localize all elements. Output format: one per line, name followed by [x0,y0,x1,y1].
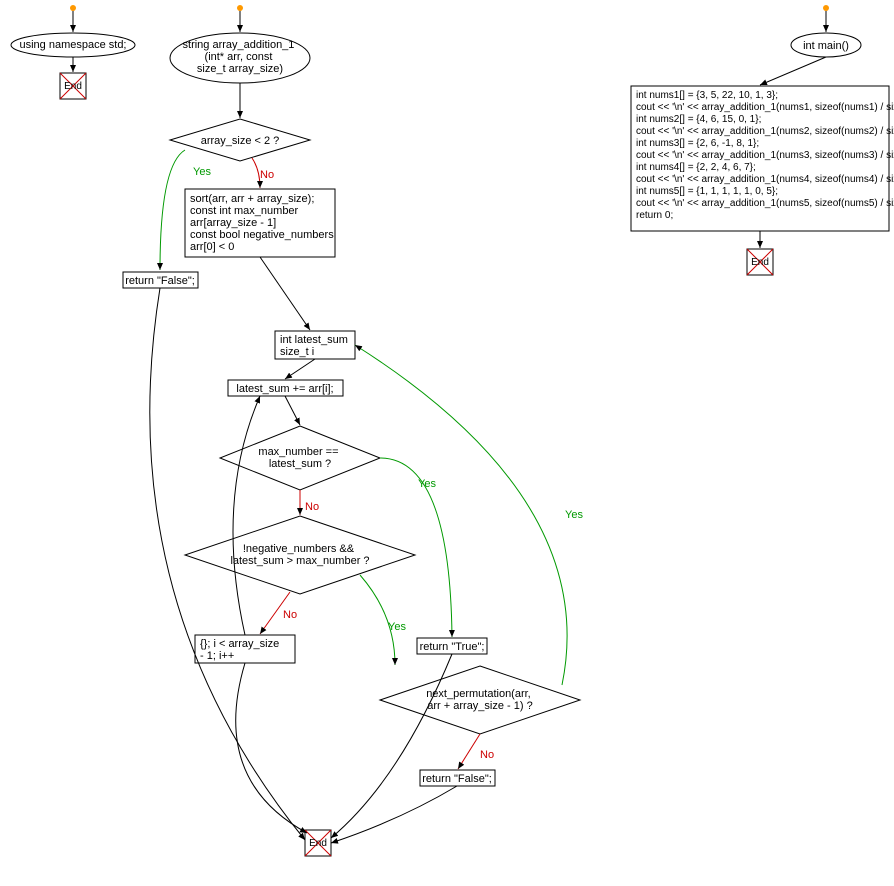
no-label-1: No [260,169,274,181]
decision-max-equals-label: max_number == latest_sum ? [258,446,341,470]
no-label-2: No [305,501,319,513]
flowchart-diagram: using namespace std; End string array_ad… [0,0,894,886]
end-node-main: End [747,249,773,275]
decision-next-perm-label: next_permutation(arr, arr + array_size -… [426,688,534,712]
decision-array-size-label: array_size < 2 ? [201,135,280,147]
return-true-label: return "True"; [420,641,485,653]
main-start-label: int main() [803,40,849,52]
end-node-namespace: End [60,73,86,99]
no-label-4: No [480,749,494,761]
main-code-text: int nums1[] = {3, 5, 22, 10, 1, 3}; cout… [636,90,894,221]
no-label-3: No [283,609,297,621]
process-sum-add-label: latest_sum += arr[i]; [236,383,333,395]
start-label-namespace: using namespace std; [19,39,126,51]
flowchart-function: string array_addition_1 (int* arr, const… [123,8,583,856]
end-label-function: End [309,838,327,849]
yes-label-4: Yes [565,509,583,521]
flowchart-main: int main() int nums1[] = {3, 5, 22, 10, … [631,8,894,275]
yes-label-2: Yes [418,478,436,490]
yes-label-1: Yes [193,166,211,178]
return-false-2-label: return "False"; [422,773,492,785]
end-node-function: End [305,830,331,856]
flowchart-namespace: using namespace std; End [11,8,135,99]
end-label-main: End [751,257,769,268]
decision-negative-label: !negative_numbers && latest_sum > max_nu… [230,543,369,567]
end-label-namespace: End [64,81,82,92]
return-false-1-label: return "False"; [125,275,195,287]
yes-label-3: Yes [388,621,406,633]
